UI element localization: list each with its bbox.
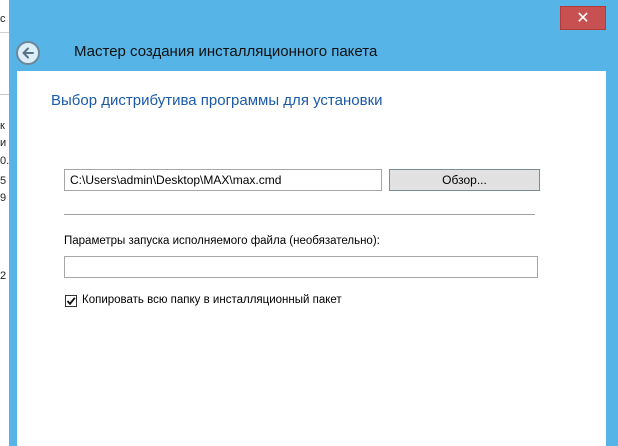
close-button[interactable]: ✕ xyxy=(560,6,606,30)
wizard-content: Выбор дистрибутива программы для установ… xyxy=(17,71,606,446)
browse-button[interactable]: Обзор... xyxy=(389,169,540,191)
background-text-fragment: 0. xyxy=(0,155,9,167)
distribution-path-input[interactable]: C:\Users\admin\Desktop\MAX\max.cmd xyxy=(64,169,382,191)
window-title: Мастер создания инсталляционного пакета xyxy=(74,43,378,60)
background-text-fragment: c xyxy=(0,13,6,25)
launch-params-label: Параметры запуска исполняемого файла (не… xyxy=(64,235,380,247)
arrow-left-icon xyxy=(22,47,34,59)
checkmark-icon xyxy=(66,297,76,306)
background-divider xyxy=(0,94,9,95)
copy-folder-label[interactable]: Копировать всю папку в инсталляционный п… xyxy=(82,294,342,306)
copy-folder-checkbox[interactable] xyxy=(65,295,77,307)
wizard-window: ✕ Мастер создания инсталляционного пакет… xyxy=(9,0,618,446)
background-text-fragment: 9 xyxy=(0,192,7,204)
background-window-edge: c к и 0. 5 9 2 xyxy=(0,0,9,446)
background-text-fragment: к xyxy=(0,120,5,132)
close-icon: ✕ xyxy=(576,10,590,27)
back-button[interactable] xyxy=(16,41,40,65)
background-text-fragment: и xyxy=(0,137,7,149)
page-heading: Выбор дистрибутива программы для установ… xyxy=(51,92,383,109)
launch-params-input[interactable] xyxy=(64,256,538,278)
background-text-fragment: 5 xyxy=(0,175,7,187)
separator xyxy=(64,214,535,215)
background-text-fragment: 2 xyxy=(0,270,7,282)
